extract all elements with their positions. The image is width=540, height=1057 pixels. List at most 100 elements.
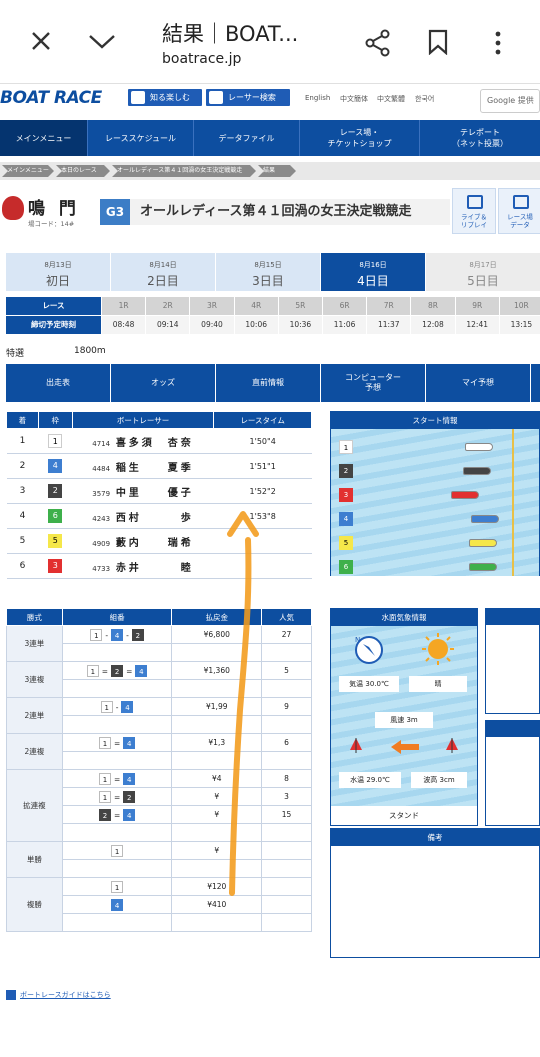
bookmark-icon[interactable] (427, 29, 449, 55)
result-place: 2 (6, 453, 39, 479)
racer-name[interactable]: 喜多須 杏奈 (116, 438, 194, 449)
racer-name[interactable]: 赤井 睦 (116, 563, 194, 574)
day-tab-1[interactable]: 8月13日 初日 (6, 253, 110, 291)
result-racer[interactable]: 4909 藪内 瑞希 (72, 528, 214, 554)
race-tab-10[interactable]: 10R (499, 297, 540, 315)
lang-zh-hans[interactable]: 中文簡体 (340, 94, 368, 104)
chevron-down-icon[interactable] (88, 33, 116, 49)
blank-cell (171, 913, 263, 932)
combo-boat: 1 (98, 736, 111, 749)
result-racer[interactable]: 3579 中里 優子 (72, 478, 214, 504)
combo-separator: = (113, 774, 121, 784)
result-racer[interactable]: 4243 西村 歩 (72, 503, 214, 529)
day-tab-4[interactable]: 8月16日 4日目 (321, 253, 425, 291)
race-tab-1[interactable]: 1R (102, 297, 147, 315)
lang-zh-hant[interactable]: 中文繁體 (377, 94, 405, 104)
page-url: boatrace.jp (162, 51, 242, 67)
boatrace-logo[interactable]: BOAT RACE (0, 88, 102, 108)
payout-row: 3連複 1 = 2 = 4 ¥1,360 5 (6, 661, 312, 698)
air-temperature: 気温 30.0℃ (339, 676, 399, 692)
breadcrumb-race[interactable]: オールレディース第４１回渦の女王決定戦競走 (112, 165, 256, 177)
popularity: 27 (261, 625, 312, 644)
nav-race-schedule[interactable]: レーススケジュール (88, 120, 194, 156)
result-racer[interactable]: 4733 赤井 睦 (72, 553, 214, 579)
wave-height: 波高 3cm (411, 772, 467, 788)
shiru-tanoshimu-button[interactable]: 知る楽しむ (128, 89, 202, 106)
col-race-time: レースタイム (213, 411, 312, 429)
race-header: レース (6, 297, 102, 315)
blank-cell (61, 913, 173, 932)
race-tab-3[interactable]: 3R (190, 297, 235, 315)
venue-data-button[interactable]: レース場 データ (498, 188, 540, 234)
blank-cell (261, 913, 312, 932)
blank-cell (171, 751, 263, 770)
combo-boat: 1 (111, 844, 124, 857)
day-tab-3[interactable]: 8月15日 3日目 (216, 253, 320, 291)
live-replay-button[interactable]: ライブ＆ リプレイ (452, 188, 496, 234)
combo-separator: - (126, 630, 129, 640)
start-lane-badge: 4 (339, 512, 353, 526)
race-tab-2[interactable]: 2R (146, 297, 191, 315)
day-tab-2[interactable]: 8月14日 2日目 (111, 253, 215, 291)
combo-boat: 4 (111, 898, 124, 911)
share-icon[interactable] (364, 29, 392, 57)
combination: 1-4 (61, 697, 173, 716)
nav-main-menu[interactable]: メインメニュー (0, 120, 88, 156)
blank-cell (261, 643, 312, 662)
boatrace-guide-link[interactable]: ボートレースガイドはこちら (6, 990, 111, 1000)
weather-panel: 水面気象情報 N 気温 30.0℃ 晴 風速 3m 水温 29.0℃ 波高 3c… (330, 608, 478, 826)
combo-boat: 4 (121, 700, 134, 713)
race-tab-6[interactable]: 6R (323, 297, 368, 315)
race-tab-9[interactable]: 9R (455, 297, 500, 315)
start-lane-badge: 6 (339, 560, 353, 574)
site-search-input[interactable]: Google 提供 (480, 89, 540, 113)
tab-odds[interactable]: オッズ (111, 364, 216, 402)
result-place: 3 (6, 478, 39, 504)
chart-icon (513, 195, 529, 209)
weather-condition: 晴 (409, 676, 467, 692)
more-options-icon[interactable] (494, 30, 502, 56)
bet-type: 2連複 (6, 733, 63, 770)
popularity (261, 877, 312, 896)
payout-amount: ¥6,800 (171, 625, 263, 644)
race-tab-8[interactable]: 8R (411, 297, 456, 315)
result-lane-cell: 1 (38, 428, 73, 454)
tab-pre-race-info[interactable]: 直前情報 (216, 364, 321, 402)
tab-computer-prediction[interactable]: コンピューター 予想 (321, 364, 426, 402)
svg-text:N: N (355, 636, 360, 644)
breadcrumb-today[interactable]: 本日のレース (56, 165, 110, 177)
blank-cell (61, 751, 173, 770)
racer-search-button[interactable]: レーサー検索 (206, 89, 290, 106)
popularity: 3 (261, 787, 312, 806)
blank-cell (61, 643, 173, 662)
tab-my-prediction[interactable]: マイ予想 (426, 364, 531, 402)
lang-english[interactable]: English (305, 94, 330, 102)
start-lane-badge: 3 (339, 488, 353, 502)
combination: 1 = 2 = 4 (61, 661, 173, 680)
close-icon[interactable] (30, 30, 52, 52)
result-racer[interactable]: 4484 稲生 夏季 (72, 453, 214, 479)
venue-name: 鳴 門 (28, 199, 80, 219)
racer-name[interactable]: 西村 歩 (116, 513, 194, 524)
breadcrumb-result: 結果 (258, 165, 296, 177)
blank-cell (261, 823, 312, 842)
payout-amount: ¥1,360 (171, 661, 263, 680)
tab-entry-list[interactable]: 出走表 (6, 364, 111, 402)
race-tab-5[interactable]: 5R (278, 297, 323, 315)
racer-name[interactable]: 稲生 夏季 (116, 463, 194, 474)
deadline-time-6: 11:06 (323, 316, 368, 334)
col-lane: 枠 (37, 411, 73, 429)
racer-name[interactable]: 中里 優子 (116, 488, 194, 499)
racer-name[interactable]: 藪内 瑞希 (116, 538, 194, 549)
breadcrumb-main-menu[interactable]: メインメニュー (2, 165, 54, 177)
nav-teleport[interactable]: テレポート （ネット投票） (420, 120, 540, 156)
side-panel-1 (485, 608, 540, 714)
nav-data-file[interactable]: データファイル (194, 120, 300, 156)
race-tab-4[interactable]: 4R (234, 297, 279, 315)
popularity: 6 (261, 733, 312, 752)
race-tab-7[interactable]: 7R (367, 297, 412, 315)
nav-race-venue[interactable]: レース場・ チケットショップ (300, 120, 420, 156)
lang-korean[interactable]: 한국어 (415, 94, 434, 104)
combination: 1 = 4 (61, 769, 173, 788)
result-racer[interactable]: 4714 喜多須 杏奈 (72, 428, 214, 454)
